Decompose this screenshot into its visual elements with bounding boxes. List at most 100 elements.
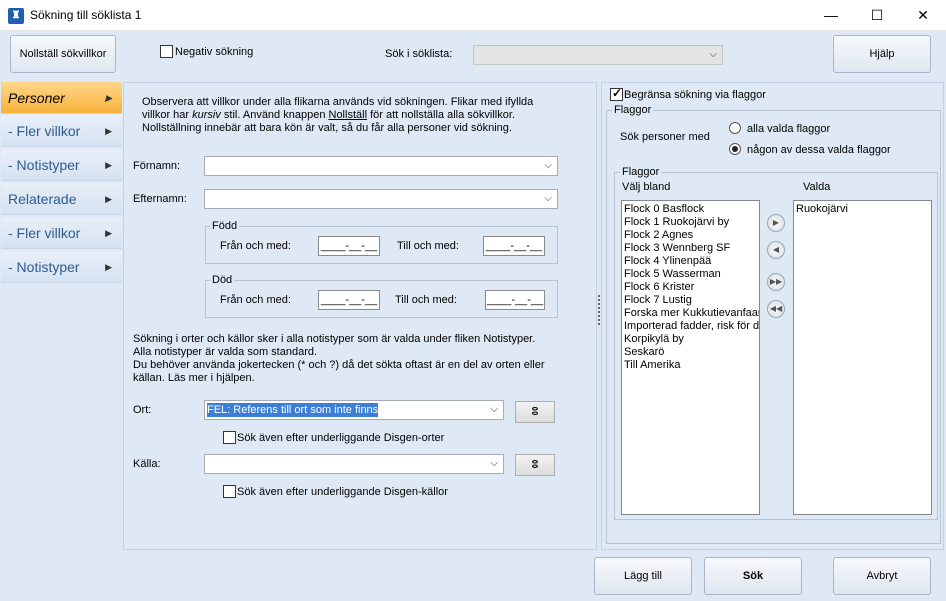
chevron-down-icon: ⌵ (709, 49, 717, 60)
radio-all-flags[interactable] (729, 122, 741, 134)
source-field[interactable]: ⌵ (204, 454, 504, 474)
sidebar-item-label: Personer (8, 90, 65, 106)
chevron-right-icon: ▶ (105, 228, 112, 238)
lastname-field[interactable]: ⌵ (204, 189, 558, 209)
search-in-list-select[interactable]: ⌵ (473, 45, 723, 65)
lightbulb-icon: ⵓ (531, 406, 539, 418)
help-button[interactable]: Hjälp (833, 35, 931, 73)
available-flags-list[interactable]: Flock 0 Basflock Flock 1 Ruokojärvi by F… (621, 200, 760, 515)
list-item[interactable]: Importerad fadder, risk för d (622, 320, 759, 333)
sidebar-item-label: - Notistyper (8, 259, 80, 275)
born-to-date[interactable]: ____-__-__ (483, 236, 545, 256)
selected-label: Valda (803, 181, 831, 193)
search-button[interactable]: Sök (704, 557, 802, 595)
list-item[interactable]: Flock 4 Ylinenpää (622, 255, 759, 268)
list-item[interactable]: Forska mer Kukkutievanfaar (622, 307, 759, 320)
firstname-field[interactable]: ⌵ (204, 156, 558, 176)
sidebar-item-related[interactable]: Relaterade ▶ (1, 183, 122, 215)
toolbar: Nollställ sökvillkor Negativ sökning Sök… (0, 31, 946, 81)
chevron-right-icon: ▶ (105, 93, 112, 103)
list-item[interactable]: Flock 1 Ruokojärvi by (622, 216, 759, 229)
reset-conditions-button[interactable]: Nollställ sökvillkor (10, 35, 116, 73)
place-lookup-button[interactable]: ⵓ (515, 401, 555, 423)
sidebar-item-label: Relaterade (8, 191, 77, 207)
selected-flags-list[interactable]: Ruokojärvi (793, 200, 932, 515)
radio-any-flags[interactable] (729, 143, 741, 155)
chevron-down-icon: ⌵ (490, 404, 498, 415)
sidebar-item-note-types[interactable]: - Notistyper ▶ (1, 149, 122, 181)
info-line-1: Observera att villkor under alla flikarn… (142, 96, 534, 108)
source-sub-label: Sök även efter underliggande Disgen-käll… (237, 486, 448, 498)
radio-any-flags-label: någon av dessa valda flaggor (747, 144, 891, 156)
place-value: FEL: Referens till ort som inte finns (207, 403, 379, 417)
died-to-date[interactable]: ____-__-__ (485, 290, 545, 310)
list-item[interactable]: Flock 7 Lustig (622, 294, 759, 307)
chevron-right-icon: ▶ (105, 194, 112, 204)
close-icon[interactable]: ✕ (900, 0, 946, 31)
lightbulb-icon: ⵓ (531, 459, 539, 471)
born-from-date[interactable]: ____-__-__ (318, 236, 380, 256)
add-button[interactable]: Lägg till (594, 557, 692, 595)
window-title: Sökning till söklista 1 (30, 8, 142, 22)
negative-search-checkbox[interactable] (160, 45, 173, 58)
title-bar: ♜ Sökning till söklista 1 — ☐ ✕ (0, 0, 946, 31)
source-lookup-button[interactable]: ⵓ (515, 454, 555, 476)
sidebar-item-related-note-types[interactable]: - Notistyper ▶ (1, 251, 122, 283)
list-item[interactable]: Flock 3 Wennberg SF (622, 242, 759, 255)
born-group-title: Född (210, 220, 240, 232)
flags-group-title: Flaggor (612, 104, 654, 116)
maximize-icon[interactable]: ☐ (854, 0, 900, 31)
list-item[interactable]: Korpikylä by (622, 333, 759, 346)
move-all-left-icon[interactable]: ◀◀ (767, 300, 785, 318)
cancel-button[interactable]: Avbryt (833, 557, 931, 595)
chevron-right-icon: ▶ (105, 262, 112, 272)
flags-inner-group-title: Flaggor (620, 166, 662, 178)
list-item[interactable]: Flock 0 Basflock (622, 203, 759, 216)
places-info-text: Sökning i orter och källor sker i alla n… (133, 333, 545, 384)
place-sub-checkbox[interactable] (223, 431, 236, 444)
bottom-bar: Lägg till Sök Avbryt (0, 551, 946, 601)
place-sub-label: Sök även efter underliggande Disgen-orte… (237, 432, 445, 444)
list-item[interactable]: Seskarö (622, 346, 759, 359)
lastname-label: Efternamn: (133, 193, 187, 205)
place-label: Ort: (133, 404, 152, 416)
negative-search-label: Negativ sökning (175, 46, 254, 58)
list-item[interactable]: Ruokojärvi (794, 203, 931, 216)
info-line-2: villkor har kursiv stil. Använd knappen … (142, 109, 515, 121)
chevron-right-icon: ▶ (105, 160, 112, 170)
move-right-icon[interactable]: ▶ (767, 214, 785, 232)
chevron-down-icon: ⌵ (544, 160, 552, 171)
list-item[interactable]: Flock 6 Krister (622, 281, 759, 294)
died-from-label: Från och med: (220, 294, 291, 306)
sidebar-item-label: - Fler villkor (8, 123, 81, 139)
source-label: Källa: (133, 458, 161, 470)
place-field[interactable]: FEL: Referens till ort som inte finns ⌵ (204, 400, 504, 420)
search-persons-with-label: Sök personer med (620, 131, 710, 143)
born-from-label: Från och med: (220, 240, 291, 252)
info-line-3: Nollställning innebär att bara kön är va… (142, 122, 512, 134)
limit-flags-label: Begränsa sökning via flaggor (624, 89, 766, 101)
sidebar-item-persons[interactable]: Personer ▶ (1, 82, 122, 114)
died-to-label: Till och med: (395, 294, 457, 306)
list-item[interactable]: Flock 5 Wasserman (622, 268, 759, 281)
chevron-down-icon: ⌵ (544, 193, 552, 204)
info-text: Observera att villkor under alla flikarn… (142, 96, 582, 135)
list-item[interactable]: Till Amerika (622, 359, 759, 372)
sidebar-item-related-more-conditions[interactable]: - Fler villkor ▶ (1, 217, 122, 249)
firstname-label: Förnamn: (133, 160, 181, 172)
search-in-list-label: Sök i söklista: (385, 48, 453, 60)
choose-from-label: Välj bland (622, 181, 671, 193)
move-left-icon[interactable]: ◀ (767, 241, 785, 259)
died-group-title: Död (210, 274, 235, 286)
source-sub-checkbox[interactable] (223, 485, 236, 498)
chevron-down-icon: ⌵ (490, 458, 498, 469)
died-from-date[interactable]: ____-__-__ (318, 290, 380, 310)
limit-flags-checkbox[interactable] (610, 86, 623, 101)
move-all-right-icon[interactable]: ▶▶ (767, 273, 785, 291)
list-item[interactable]: Flock 2 Agnes (622, 229, 759, 242)
app-icon: ♜ (8, 8, 24, 24)
sidebar-item-more-conditions[interactable]: - Fler villkor ▶ (1, 115, 122, 147)
sidebar-empty (1, 285, 122, 550)
radio-all-flags-label: alla valda flaggor (747, 123, 831, 135)
minimize-icon[interactable]: — (808, 0, 854, 31)
